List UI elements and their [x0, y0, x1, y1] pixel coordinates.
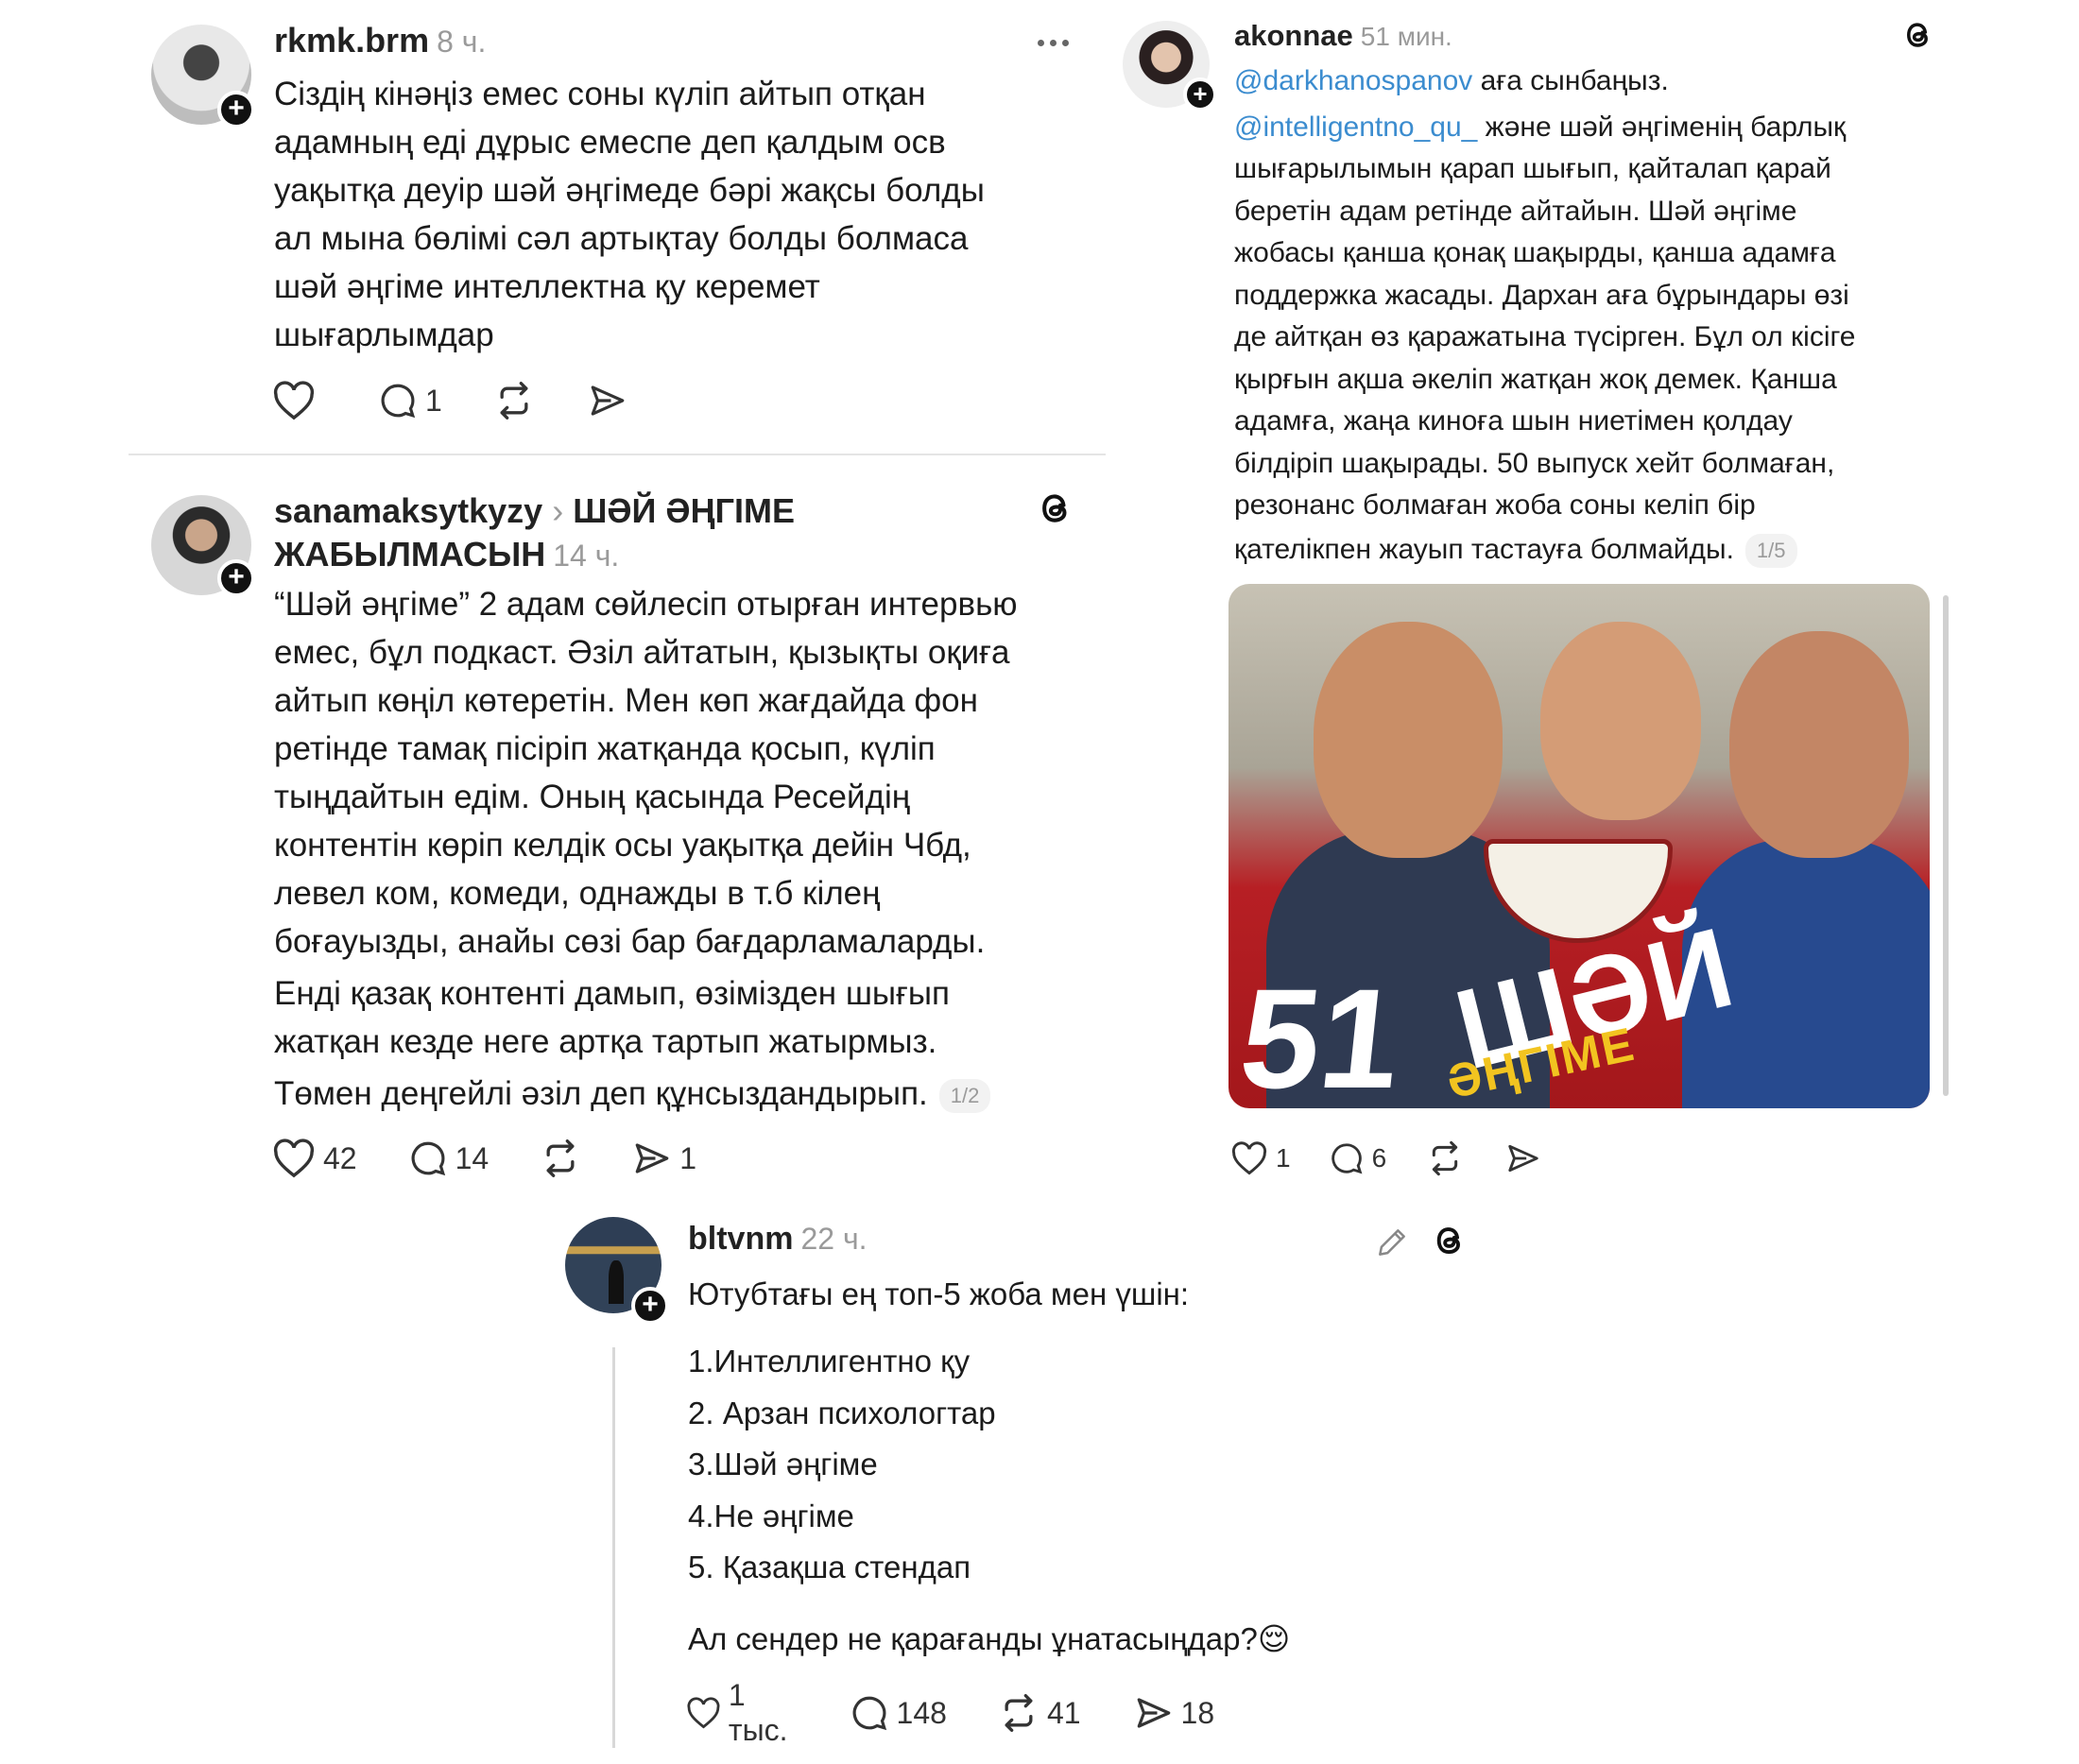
threads-icon[interactable]: [1901, 17, 1935, 53]
share-icon: [591, 385, 625, 416]
post-text: @darkhanospanov аға сынбаңыз. @intellige…: [1234, 60, 1855, 571]
share-icon: [1508, 1144, 1538, 1173]
threads-icon[interactable]: [1036, 488, 1075, 529]
post-text: Ютубтағы ең топ-5 жоба мен үшін: 1.Интел…: [688, 1276, 1291, 1656]
like-button[interactable]: 42: [272, 1139, 357, 1178]
repost-icon: [1005, 1694, 1033, 1732]
chevron-right-icon: ›: [552, 491, 564, 530]
list-item: 5. Қазақша стендап: [688, 1550, 971, 1584]
username[interactable]: akonnae: [1234, 19, 1353, 52]
repost-button[interactable]: [540, 1138, 581, 1179]
list-item: 4.Не әңгіме: [688, 1498, 854, 1533]
username[interactable]: rkmk.brm: [274, 21, 429, 60]
threads-icon[interactable]: [1431, 1221, 1469, 1260]
mention-link[interactable]: @intelligentno_qu_: [1234, 111, 1477, 143]
top-list: 1.Интеллигентно қу 2. Арзан психологтар …: [688, 1336, 1290, 1594]
like-button[interactable]: 1 тыс.: [686, 1678, 797, 1748]
repost-icon: [500, 382, 528, 420]
post-time: 51 мин.: [1360, 22, 1452, 51]
share-button[interactable]: 18: [1134, 1693, 1214, 1733]
more-icon[interactable]: [1038, 40, 1069, 46]
share-icon: [635, 1143, 669, 1173]
post-time: 22 ч.: [800, 1222, 868, 1256]
relieved-face-emoji: 😌: [1257, 1620, 1291, 1656]
heart-icon: [273, 381, 315, 420]
list-item: 2. Арзан психологтар: [688, 1395, 996, 1430]
post-text: Сіздің кінәңіз емес соны күліп айтып отқ…: [274, 76, 985, 353]
heart-icon: [1231, 1141, 1267, 1175]
follow-plus-icon[interactable]: +: [631, 1287, 669, 1325]
post-actions: 1 6: [1230, 1139, 1541, 1177]
follow-plus-icon[interactable]: +: [217, 91, 255, 128]
share-button[interactable]: [588, 381, 627, 420]
carousel-next-peek[interactable]: [1943, 595, 1949, 1096]
repost-icon: [546, 1139, 575, 1177]
thread-line: [612, 1347, 615, 1748]
divider: [129, 454, 1106, 455]
comment-button[interactable]: 14: [408, 1139, 489, 1178]
like-button[interactable]: [272, 381, 316, 420]
heart-icon: [273, 1139, 315, 1178]
topic-tag[interactable]: ШӘЙ ӘҢГІМЕ: [573, 491, 795, 530]
pencil-icon[interactable]: [1374, 1225, 1410, 1260]
episode-number: 51: [1233, 959, 1408, 1108]
comment-icon: [381, 384, 416, 419]
repost-button[interactable]: [493, 380, 535, 421]
post-actions: 1 тыс. 148 41 18: [686, 1678, 1214, 1748]
list-item: 3.Шәй әңгіме: [688, 1447, 878, 1481]
comment-icon: [852, 1696, 886, 1731]
post-text: “Шәй әңгіме” 2 адам сөйлесіп отырған инт…: [274, 586, 1018, 1113]
comment-button[interactable]: 6: [1329, 1140, 1386, 1176]
video-thumbnail[interactable]: 51 ШӘЙ ӘҢГІМЕ: [1228, 584, 1930, 1108]
like-button[interactable]: 1: [1230, 1141, 1291, 1175]
username[interactable]: sanamaksytkyzy: [274, 491, 542, 530]
post-actions: 1: [272, 380, 627, 421]
comment-button[interactable]: 1: [378, 381, 442, 420]
username[interactable]: bltvnm: [688, 1221, 793, 1257]
post-time: 14 ч.: [553, 539, 620, 573]
follow-plus-icon[interactable]: +: [1183, 77, 1217, 111]
share-icon: [1137, 1698, 1170, 1728]
post-time: 8 ч.: [437, 25, 487, 59]
topic-tag-line2[interactable]: ЖАБЫЛМАСЫН: [274, 535, 545, 574]
repost-button[interactable]: [1426, 1139, 1464, 1177]
comment-icon: [1331, 1143, 1362, 1174]
list-item: 1.Интеллигентно қу: [688, 1344, 971, 1379]
repost-button[interactable]: 41: [998, 1692, 1081, 1734]
thread-pager: 1/2: [938, 1078, 991, 1113]
share-button[interactable]: [1505, 1140, 1541, 1176]
thread-pager: 1/5: [1744, 533, 1797, 568]
heart-icon: [687, 1697, 720, 1729]
comment-icon: [411, 1141, 445, 1176]
post-actions: 42 14 1: [272, 1138, 696, 1179]
share-button[interactable]: 1: [632, 1139, 696, 1178]
mention-link[interactable]: @darkhanospanov: [1234, 65, 1472, 96]
follow-plus-icon[interactable]: +: [217, 559, 255, 597]
repost-icon: [1432, 1140, 1458, 1176]
comment-button[interactable]: 148: [850, 1693, 947, 1733]
